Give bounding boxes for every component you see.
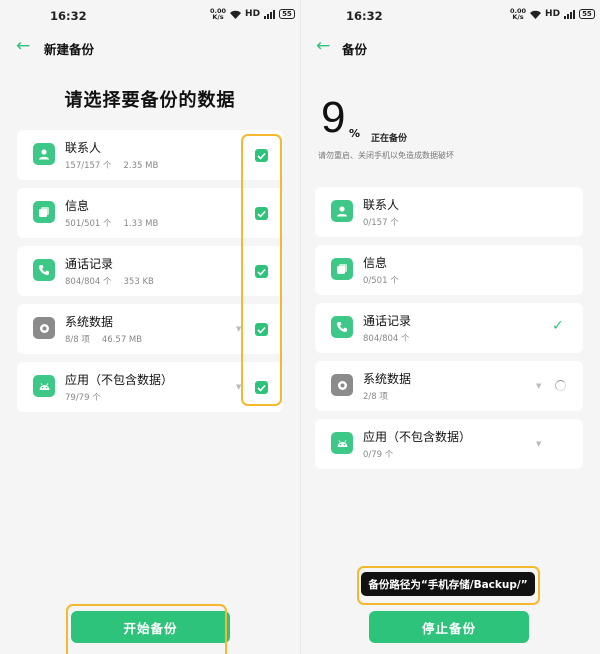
item-details: 2/8 项 bbox=[363, 392, 388, 402]
phone-icon bbox=[331, 316, 353, 338]
backup-progress-screen: 16:32 0.00 K/s HD 55 ← 备份 9 % 正在备份 请勿重启、关… bbox=[301, 0, 600, 654]
item-name: 系统数据 bbox=[363, 372, 412, 386]
contact-icon bbox=[331, 200, 353, 222]
done-check-icon: ✓ bbox=[552, 318, 564, 334]
item-name: 通话记录 bbox=[65, 257, 114, 271]
toast-highlight-frame bbox=[357, 566, 540, 605]
back-arrow-icon[interactable]: ← bbox=[16, 36, 30, 56]
new-backup-screen: 16:32 0.00 K/s HD 55 ← 新建备份 请选择要备份的数据 联系人… bbox=[0, 0, 300, 654]
backup-warning: 请勿重启、关闭手机以免造成数据破坏 bbox=[318, 151, 454, 160]
item-name: 通话记录 bbox=[363, 314, 412, 328]
list-item-call-log: 通话记录 804/804 个 ✓ bbox=[315, 303, 583, 353]
backup-status-text: 正在备份 bbox=[371, 134, 408, 144]
status-time: 16:32 bbox=[50, 9, 87, 23]
network-speed: 0.00 K/s bbox=[510, 7, 527, 21]
item-details: 0/157 个 bbox=[363, 218, 399, 228]
android-icon bbox=[33, 375, 55, 397]
status-icons: 0.00 K/s HD 55 bbox=[210, 8, 295, 20]
page-title: 备份 bbox=[342, 42, 368, 57]
status-bar: 16:32 0.00 K/s HD 55 bbox=[0, 0, 300, 30]
expand-caret-icon[interactable]: ▼ bbox=[536, 382, 541, 390]
gear-icon bbox=[331, 374, 353, 396]
item-details: 8/8 项 46.57 MB bbox=[65, 335, 143, 345]
item-details: 0/501 个 bbox=[363, 276, 399, 286]
item-details: 79/79 个 bbox=[65, 393, 101, 403]
backup-percent: 9 bbox=[321, 93, 346, 142]
signal-icon bbox=[564, 9, 576, 19]
item-details: 804/804 个 bbox=[363, 334, 410, 344]
expand-caret-icon[interactable]: ▼ bbox=[536, 440, 541, 448]
wifi-icon bbox=[230, 10, 242, 19]
phone-icon bbox=[33, 259, 55, 281]
hd-label: HD bbox=[245, 9, 261, 19]
item-name: 信息 bbox=[65, 199, 90, 213]
item-name: 信息 bbox=[363, 256, 388, 270]
android-icon bbox=[331, 432, 353, 454]
button-highlight-frame bbox=[66, 604, 227, 654]
item-details: 157/157 个 2.35 MB bbox=[65, 161, 159, 171]
list-item-apps: 应用（不包含数据） 0/79 个 ▼ bbox=[315, 419, 583, 469]
page-title: 新建备份 bbox=[44, 42, 95, 57]
top-bar: ← 新建备份 bbox=[0, 36, 300, 60]
gear-icon bbox=[33, 317, 55, 339]
back-arrow-icon[interactable]: ← bbox=[316, 36, 330, 56]
percent-sign: % bbox=[349, 127, 361, 140]
item-name: 联系人 bbox=[65, 141, 102, 155]
list-item-contacts: 联系人 0/157 个 bbox=[315, 187, 583, 237]
list-item-messages: 信息 0/501 个 bbox=[315, 245, 583, 295]
item-details: 0/79 个 bbox=[363, 450, 394, 460]
stop-backup-button[interactable]: 停止备份 bbox=[369, 611, 529, 643]
message-icon bbox=[33, 201, 55, 223]
item-details: 804/804 个 353 KB bbox=[65, 277, 154, 287]
status-time: 16:32 bbox=[346, 9, 383, 23]
signal-icon bbox=[264, 9, 276, 19]
hd-label: HD bbox=[545, 9, 561, 19]
item-name: 应用（不包含数据） bbox=[363, 430, 472, 444]
status-bar: 16:32 0.00 K/s HD 55 bbox=[301, 0, 600, 30]
checkbox-highlight-frame bbox=[241, 134, 282, 406]
select-data-heading: 请选择要备份的数据 bbox=[64, 90, 236, 111]
battery-icon: 55 bbox=[579, 9, 595, 19]
loading-spinner-icon bbox=[555, 380, 566, 391]
wifi-icon bbox=[530, 10, 542, 19]
message-icon bbox=[331, 258, 353, 280]
list-item-system-data: 系统数据 2/8 项 ▼ bbox=[315, 361, 583, 411]
status-icons: 0.00 K/s HD 55 bbox=[510, 8, 595, 20]
item-name: 系统数据 bbox=[65, 315, 114, 329]
network-speed: 0.00 K/s bbox=[210, 7, 227, 21]
battery-icon: 55 bbox=[279, 9, 295, 19]
item-name: 联系人 bbox=[363, 198, 400, 212]
top-bar: ← 备份 bbox=[301, 36, 600, 60]
contact-icon bbox=[33, 143, 55, 165]
item-details: 501/501 个 1.33 MB bbox=[65, 219, 159, 229]
item-name: 应用（不包含数据） bbox=[65, 373, 174, 387]
